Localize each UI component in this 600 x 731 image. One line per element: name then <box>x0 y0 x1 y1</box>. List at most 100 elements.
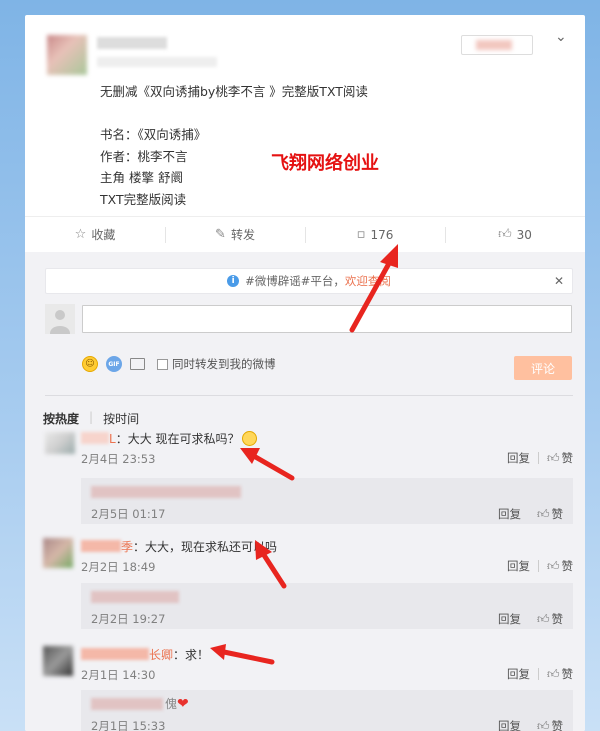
replier-name-blurred[interactable] <box>91 698 163 710</box>
thumbs-up-icon[interactable]: 👍︎ <box>547 559 560 574</box>
image-icon[interactable] <box>130 358 145 370</box>
post-title-line: 无删减《双向诱捕by桃李不言 》完整版TXT阅读 <box>100 84 368 99</box>
chevron-down-icon[interactable]: ⌄ <box>555 29 567 45</box>
sync-repost-label: 同时转发到我的微博 <box>172 357 276 371</box>
thumbs-up-icon[interactable]: 👍︎ <box>547 667 560 682</box>
thumbs-up-icon[interactable]: 👍︎ <box>537 719 550 731</box>
sort-tabs: 按热度 | 按时间 <box>43 410 139 427</box>
author-avatar[interactable] <box>47 35 87 75</box>
ops-separator <box>537 560 539 572</box>
like-reply-button[interactable]: 赞 <box>552 611 564 627</box>
comment-section: i #微博辟谣#平台， 欢迎查阅 ✕ ☺ GIF 同时转发到我的微博 评论 按热度… <box>25 252 585 731</box>
like-reply-button[interactable]: 赞 <box>552 718 564 731</box>
reply-ops: 回复 👍︎ 赞 <box>498 611 563 627</box>
like-reply-button[interactable]: 赞 <box>552 506 564 522</box>
ops-separator <box>537 452 539 464</box>
follow-button[interactable] <box>461 35 533 55</box>
info-icon: i <box>227 275 240 287</box>
notice-text: #微博辟谣#平台， <box>245 274 345 288</box>
commenter-avatar[interactable] <box>45 432 75 454</box>
close-icon[interactable]: ✕ <box>554 274 564 288</box>
comment-text: ：大大 现在可求私吗？ <box>115 432 240 446</box>
comment-input[interactable] <box>82 305 572 333</box>
sort-by-time-tab[interactable]: 按时间 <box>103 410 139 427</box>
commenter-name-blurred[interactable] <box>81 540 121 552</box>
smile-emoji-icon <box>241 431 257 446</box>
like-comment-button[interactable]: 赞 <box>562 666 574 682</box>
comment-text: ：大大，现在求私还可以吗 <box>133 540 278 554</box>
commenter-name-blurred[interactable] <box>81 432 109 444</box>
like-comment-button[interactable]: 赞 <box>562 558 574 574</box>
reply-button[interactable]: 回复 <box>498 611 521 627</box>
submit-comment-button[interactable]: 评论 <box>514 356 572 380</box>
commenter-name-blurred[interactable] <box>81 648 149 660</box>
txt-line: TXT完整版阅读 <box>100 191 187 207</box>
heart-emoji-icon: ❤ <box>177 696 189 712</box>
composer-tools: ☺ GIF 同时转发到我的微博 <box>82 356 276 372</box>
commenter-name-suffix[interactable]: 长卿 <box>149 648 173 662</box>
sort-by-hot-tab[interactable]: 按热度 <box>43 410 79 427</box>
reply-button[interactable]: 回复 <box>498 718 521 731</box>
reply-time: 2月1日 15:33 <box>91 719 166 731</box>
reply-button[interactable]: 回复 <box>507 450 530 466</box>
divider <box>45 395 573 396</box>
comment-time: 2月1日 14:30 <box>81 668 156 682</box>
like-count: 30 <box>516 227 532 242</box>
author-name-blurred[interactable] <box>97 37 167 49</box>
weibo-post-card: ⌄ 无删减《双向诱捕by桃李不言 》完整版TXT阅读 书名：《双向诱捕》 作者：… <box>25 15 585 731</box>
comment-text-row: 季：大大，现在求私还可以吗 <box>121 538 277 555</box>
repost-icon: ✎ <box>215 227 226 242</box>
repost-label: 转发 <box>230 228 255 242</box>
comment-time: 2月2日 18:49 <box>81 560 156 574</box>
reply-ops: 回复 👍︎ 赞 <box>498 718 563 731</box>
reply-button[interactable]: 回复 <box>507 558 530 574</box>
comment-ops: 回复 👍︎ 赞 <box>507 558 573 574</box>
comment-ops: 回复 👍︎ 赞 <box>507 450 573 466</box>
reply-time: 2月2日 19:27 <box>91 612 166 626</box>
thumbs-up-icon[interactable]: 👍︎ <box>537 507 550 522</box>
replier-name-blurred[interactable] <box>91 591 179 603</box>
repost-button[interactable]: ✎ 转发 <box>165 217 305 252</box>
reply-item: 2月5日 01:17 回复 👍︎ 赞 <box>81 478 573 524</box>
sync-repost-checkbox[interactable] <box>157 358 168 370</box>
reply-item: 2月2日 19:27 回复 👍︎ 赞 <box>81 583 573 629</box>
comment-item: L：大大 现在可求私吗？ 2月4日 23:53 回复 👍︎ 赞 2月5日 01:… <box>43 430 573 542</box>
comment-text-row: 长卿：求！ <box>149 646 209 663</box>
commenter-name-suffix[interactable]: L <box>109 432 116 446</box>
reply-item: 傀❤ 2月1日 15:33 回复 👍︎ 赞 <box>81 690 573 731</box>
like-comment-button[interactable]: 赞 <box>562 450 574 466</box>
comment-item: 长卿：求！ 2月1日 14:30 回复 👍︎ 赞 傀❤ 2月1日 15:33 回… <box>43 646 573 731</box>
comment-ops: 回复 👍︎ 赞 <box>507 666 573 682</box>
star-icon: ☆ <box>74 227 87 242</box>
reply-button[interactable]: 回复 <box>498 506 521 522</box>
commenter-avatar[interactable] <box>43 538 73 568</box>
favorite-button[interactable]: ☆ 收藏 <box>25 217 165 252</box>
comment-text-row: L：大大 现在可求私吗？ <box>109 430 257 447</box>
comment-count: 176 <box>370 227 394 242</box>
rumor-notice-bar: i #微博辟谣#平台， 欢迎查阅 ✕ <box>45 268 573 294</box>
reply-button[interactable]: 回复 <box>507 666 530 682</box>
replier-name-blurred[interactable] <box>91 486 241 498</box>
thumbs-up-icon[interactable]: 👍︎ <box>547 451 560 466</box>
reply-ops: 回复 👍︎ 赞 <box>498 506 563 522</box>
thumbs-up-icon: 👍︎ <box>498 227 512 242</box>
watermark-text: 飞翔网络创业 <box>271 153 379 174</box>
comment-text: ：求！ <box>173 648 210 662</box>
thumbs-up-icon[interactable]: 👍︎ <box>537 612 550 627</box>
ops-separator <box>537 668 539 680</box>
comment-button[interactable]: ▫ 176 <box>305 217 445 252</box>
gif-icon[interactable]: GIF <box>106 356 122 372</box>
post-meta-blurred <box>97 57 217 67</box>
comment-item: 季：大大，现在求私还可以吗 2月2日 18:49 回复 👍︎ 赞 2月2日 19… <box>43 538 573 650</box>
like-button[interactable]: 👍︎ 30 <box>445 217 585 252</box>
commenter-avatar[interactable] <box>43 646 73 676</box>
post-header: ⌄ <box>25 15 585 75</box>
comment-icon: ▫ <box>356 227 366 242</box>
commenter-name-suffix[interactable]: 季 <box>121 540 133 554</box>
emoji-icon[interactable]: ☺ <box>82 356 98 372</box>
favorite-label: 收藏 <box>91 228 116 242</box>
notice-link[interactable]: 欢迎查阅 <box>345 273 391 289</box>
book-name-line: 书名：《双向诱捕》 <box>100 127 207 142</box>
sort-separator: | <box>89 410 94 424</box>
my-avatar <box>45 304 75 334</box>
